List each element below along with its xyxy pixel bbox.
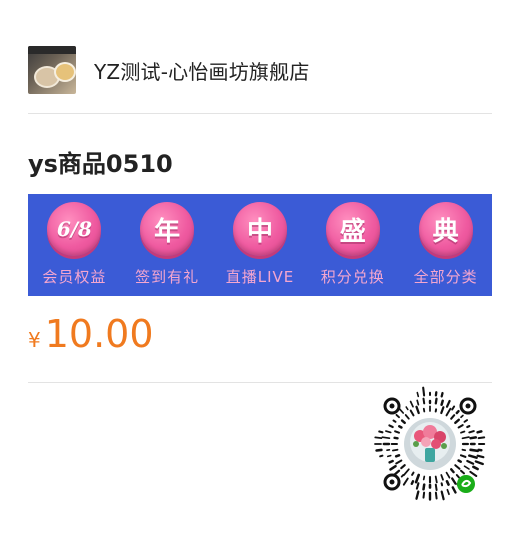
divider: [28, 382, 492, 383]
divider: [28, 113, 492, 114]
badge-icon: 年: [140, 202, 195, 256]
shop-avatar[interactable]: [28, 46, 76, 94]
shop-name[interactable]: YZ测试-心怡画坊旗舰店: [94, 56, 310, 85]
badge-icon: 盛: [325, 202, 380, 256]
banner-item-points-exchange[interactable]: 盛 积分兑换: [309, 194, 397, 287]
banner-item-label: 会员权益: [42, 268, 107, 286]
price-amount: 10.00: [44, 312, 154, 356]
promo-banner[interactable]: 6/8 会员权益 年 签到有礼 中 直播LIVE 盛 积分兑换 典 全部分类: [28, 194, 492, 296]
banner-item-check-in[interactable]: 年 签到有礼: [123, 194, 211, 287]
mini-program-qr-code[interactable]: [370, 384, 490, 504]
badge-icon: 典: [418, 202, 473, 256]
avatar-decoration: [28, 46, 76, 54]
currency-symbol: ¥: [28, 328, 41, 352]
banner-item-member-benefits[interactable]: 6/8 会员权益: [30, 194, 118, 287]
product-title: ys商品0510: [28, 150, 173, 178]
avatar-decoration: [54, 62, 76, 82]
banner-item-label: 签到有礼: [135, 268, 200, 286]
banner-item-label: 全部分类: [413, 268, 478, 286]
badge-icon: 6/8: [47, 202, 102, 256]
badge-icon: 中: [232, 202, 287, 256]
banner-item-all-categories[interactable]: 典 全部分类: [402, 194, 490, 287]
shop-header[interactable]: YZ测试-心怡画坊旗舰店: [28, 44, 492, 96]
price: ¥ 10.00: [28, 312, 154, 356]
banner-item-label: 积分兑换: [320, 268, 385, 286]
qr-code-icon: [374, 386, 486, 501]
banner-item-live[interactable]: 中 直播LIVE: [216, 194, 304, 287]
banner-item-label: 直播LIVE: [225, 268, 295, 286]
